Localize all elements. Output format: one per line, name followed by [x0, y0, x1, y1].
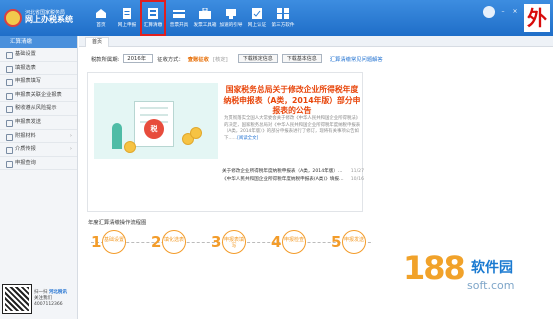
sidebar-item-media-report[interactable]: 介质传报 › [0, 143, 77, 157]
qr-promo: 扫一扫 河北税讯 关注我们 4007112366 [2, 282, 75, 316]
top-bar: 河北省国家税务局 网上办税系统 首页 网上申报 汇算清缴 普票开具 发票工具箱 … [0, 0, 553, 36]
nav-declare[interactable]: 网上申报 [114, 0, 140, 36]
notice-title[interactable]: 国家税务总局关于修改企业所得税年度纳税申报表（A类，2014年版）部分申报表的公… [222, 85, 362, 117]
nav-thirdparty[interactable]: 第三方软件 [270, 0, 296, 36]
nav-toolbox[interactable]: 发票工具箱 [192, 0, 218, 36]
nav-label: 汇算清缴 [143, 23, 163, 28]
nav-label: 网上申报 [117, 23, 137, 28]
wai-badge: 外 [524, 4, 550, 32]
tax-seal-icon: 税 [144, 119, 164, 139]
app-logo: 河北省国家税务局 网上办税系统 [4, 6, 86, 30]
settlement-icon [148, 8, 158, 19]
sidebar-item-attachments[interactable]: 附报材料 › [0, 130, 77, 144]
sidebar-item-select-forms[interactable]: 填报选表 [0, 62, 77, 76]
coin-icon [124, 141, 136, 153]
sidebar-item-label: 申报查询 [15, 159, 36, 166]
nav-guide[interactable]: 加速的引导 [218, 0, 244, 36]
sidebar-header: 汇算清缴 [0, 36, 77, 48]
watermark-url: soft.com [467, 279, 515, 292]
notice-body: 为贯彻落实全国人大常委会关于修改《中华人民共和国企业所得税法》的决定，国家税务总… [224, 116, 361, 141]
step-3[interactable]: 3 申报表填写 [211, 230, 259, 260]
nav-label: 首页 [96, 23, 106, 28]
logo-title: 网上办税系统 [25, 15, 73, 25]
steps-title: 年度汇算清缴操作流程图 [88, 220, 147, 226]
sidebar: 汇算清缴 基础设置 填报选表 申报表填写 申报表关联企业报表 税收遵从风险提示 … [0, 36, 78, 319]
user-avatar-icon[interactable] [483, 6, 495, 18]
nav-label: 普票开具 [169, 23, 189, 28]
tax-illustration: 税 [94, 83, 218, 159]
home-icon [96, 9, 106, 18]
main-nav: 首页 网上申报 汇算清缴 普票开具 发票工具箱 加速的引导 网上认证 第三方软件 [88, 0, 296, 36]
nav-settlement[interactable]: 汇算清缴 [140, 0, 166, 36]
qr-line1: 扫一扫 河北税讯 [34, 289, 67, 295]
process-steps: 1 基础设置 2 填化选表 3 申报表填写 4 申报检查 5 申报发送 [91, 230, 381, 266]
nav-label: 加速的引导 [219, 23, 243, 28]
qr-code-icon [2, 284, 32, 314]
sidebar-item-related-forms[interactable]: 申报表关联企业报表 [0, 89, 77, 103]
qr-phone: 4007112366 [34, 302, 63, 308]
sidebar-item-label: 附报材料 [15, 132, 36, 139]
window-controls: – × [483, 6, 519, 18]
sidebar-item-label: 基础设置 [15, 51, 36, 57]
declare-icon [123, 8, 131, 19]
plant-icon [112, 123, 122, 149]
watermark: 188 软件园 soft.com [373, 239, 553, 319]
step-2[interactable]: 2 填化选表 [151, 230, 199, 260]
tax-emblem-icon [4, 9, 22, 27]
tab-bar: 首页 [79, 36, 553, 47]
step-4[interactable]: 4 申报检查 [271, 230, 319, 260]
certify-icon [252, 8, 262, 19]
download-basic-button[interactable]: 下载基本信息 [281, 54, 322, 63]
sidebar-item-label: 申报表填写 [15, 78, 41, 85]
nav-label: 发票工具箱 [193, 23, 217, 28]
period-select[interactable]: 2016年 [123, 54, 154, 63]
sidebar-item-label: 填报选表 [15, 64, 36, 71]
nav-label: 网上认证 [247, 23, 267, 28]
period-label: 税款所属期: [91, 56, 120, 63]
list-item[interactable]: 《中华人民共和国企业所得税年度纳税申报表(A类)》填报… 10/16 [222, 176, 364, 184]
sidebar-item-label: 申报表发送 [15, 118, 41, 125]
nav-certify[interactable]: 网上认证 [244, 0, 270, 36]
read-more-link[interactable]: [阅读全文] [237, 136, 258, 141]
nav-invoice[interactable]: 普票开具 [166, 0, 192, 36]
nav-label: 第三方软件 [271, 23, 295, 28]
method-label: 征收方式： [157, 56, 184, 63]
thirdparty-icon [277, 8, 289, 19]
notice-list: 关于修改企业所得税年度纳税申报表（A类，2014年版）… 11/27 《中华人民共… [222, 168, 364, 184]
sidebar-item-basic-settings[interactable]: 基础设置 [0, 48, 77, 62]
sidebar-item-risk-tips[interactable]: 税收遵从风险提示 [0, 102, 77, 116]
step-1[interactable]: 1 基础设置 [91, 230, 139, 260]
sidebar-item-label: 税收遵从风险提示 [15, 105, 57, 112]
chevron-right-icon: › [69, 146, 72, 153]
download-verify-button[interactable]: 下载核定信息 [237, 54, 278, 63]
watermark-name: 软件园 [471, 260, 513, 276]
close-icon[interactable]: × [511, 8, 519, 16]
sidebar-item-label: 申报表关联企业报表 [15, 91, 62, 98]
sidebar-item-fill-forms[interactable]: 申报表填写 [0, 75, 77, 89]
guide-icon [226, 9, 236, 19]
sidebar-item-send-forms[interactable]: 申报表发送 [0, 116, 77, 130]
method-note: [核定] [212, 56, 228, 63]
toolbox-icon [199, 8, 211, 19]
step-5[interactable]: 5 申报发送 [331, 230, 379, 260]
sidebar-item-label: 介质传报 [15, 146, 36, 153]
faq-link[interactable]: 汇算清缴常见问题解答 [330, 55, 383, 63]
invoice-icon [173, 10, 185, 18]
sidebar-item-query[interactable]: 申报查询 [0, 157, 77, 171]
filter-row: 税款所属期: 2016年 征收方式： 查账征收 [核定] 下载核定信息 下载基本… [91, 54, 383, 63]
watermark-logo: 188 [403, 249, 466, 287]
tab-home[interactable]: 首页 [85, 37, 110, 47]
nav-home[interactable]: 首页 [88, 0, 114, 36]
minimize-icon[interactable]: – [499, 8, 507, 16]
announcement-banner: 税 国家税务总局关于修改企业所得税年度纳税申报表（A类，2014年版）部分申报表… [87, 72, 364, 212]
list-item[interactable]: 关于修改企业所得税年度纳税申报表（A类，2014年版）… 11/27 [222, 168, 364, 176]
method-value: 查账征收 [187, 56, 209, 63]
chevron-right-icon: › [69, 132, 72, 139]
coin-icon [190, 127, 202, 139]
